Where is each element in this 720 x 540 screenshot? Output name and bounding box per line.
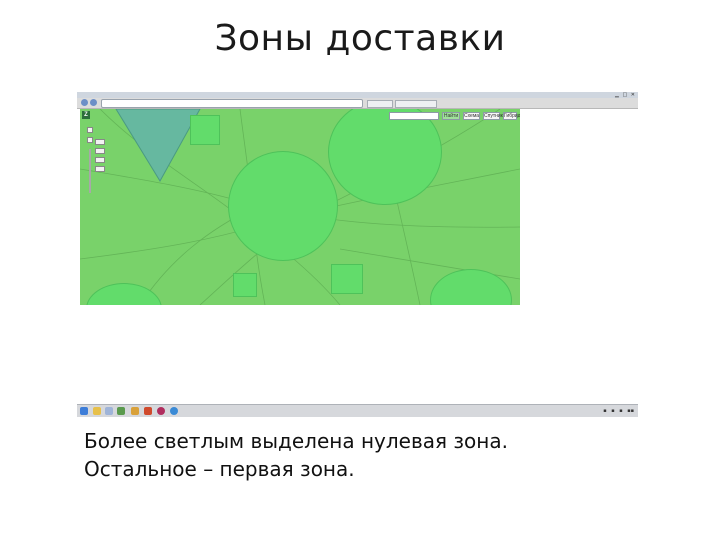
maximize-icon[interactable]: □ bbox=[622, 92, 627, 98]
browser-blank-area bbox=[520, 109, 638, 305]
system-tray: ▪ ▪ ▪ ▪▪ bbox=[600, 408, 634, 414]
app-icon[interactable] bbox=[157, 407, 165, 415]
zero-zone-square[interactable] bbox=[190, 115, 220, 145]
window-controls: ▁ □ ✕ bbox=[613, 92, 635, 98]
zero-zone-circle-center[interactable] bbox=[228, 151, 338, 261]
zero-zone-square[interactable] bbox=[331, 264, 363, 294]
map-search-input[interactable] bbox=[389, 112, 439, 120]
zoom-track[interactable] bbox=[89, 149, 91, 193]
map-tool-button[interactable] bbox=[95, 139, 105, 145]
taskbar: ▪ ▪ ▪ ▪▪ bbox=[77, 404, 638, 417]
find-button[interactable]: Найти bbox=[442, 112, 460, 120]
slide-title: Зоны доставки bbox=[214, 18, 506, 59]
map-tool-button[interactable] bbox=[95, 157, 105, 163]
internet-explorer-icon[interactable] bbox=[170, 407, 178, 415]
browser-icon[interactable] bbox=[144, 407, 152, 415]
document-icon[interactable] bbox=[105, 407, 113, 415]
map-tool-button[interactable] bbox=[95, 166, 105, 172]
map-type-scheme-button[interactable]: Схема bbox=[463, 112, 480, 120]
delivery-zones-map[interactable]: Z Найти Схема Спутник Гибрид bbox=[80, 109, 520, 305]
zoom-out-button[interactable] bbox=[87, 137, 93, 143]
folder-icon[interactable] bbox=[93, 407, 101, 415]
caption-line: Остальное – первая зона. bbox=[84, 457, 355, 481]
sound-icon[interactable]: ▪ bbox=[611, 408, 614, 414]
browser-screenshot: ▁ □ ✕ Z Найти Схема Спутник Гибрид ▪ ▪ ▪… bbox=[77, 92, 638, 417]
browser-titlebar: ▁ □ ✕ bbox=[77, 92, 638, 98]
network-icon[interactable] bbox=[117, 407, 125, 415]
flag-icon[interactable]: ▪ bbox=[603, 408, 606, 414]
map-tool-button[interactable] bbox=[95, 148, 105, 154]
zero-zone-square[interactable] bbox=[233, 273, 257, 297]
forward-button[interactable] bbox=[90, 99, 97, 106]
browser-tab[interactable] bbox=[395, 100, 437, 108]
caption-line: Более светлым выделена нулевая зона. bbox=[84, 429, 508, 453]
slide-caption: Более светлым выделена нулевая зона. Ост… bbox=[84, 427, 704, 483]
map-logo-icon: Z bbox=[82, 111, 90, 119]
zoom-control[interactable] bbox=[83, 121, 93, 201]
map-type-satellite-button[interactable]: Спутник bbox=[483, 112, 503, 120]
clock-icon[interactable]: ▪▪ bbox=[627, 408, 634, 414]
zoom-in-button[interactable] bbox=[87, 127, 93, 133]
browser-toolbar: ▁ □ ✕ bbox=[77, 92, 638, 109]
close-icon[interactable]: ✕ bbox=[631, 92, 635, 98]
network-tray-icon[interactable]: ▪ bbox=[619, 408, 622, 414]
minimize-icon[interactable]: ▁ bbox=[615, 92, 619, 98]
back-button[interactable] bbox=[81, 99, 88, 106]
map-type-hybrid-button[interactable]: Гибрид bbox=[503, 112, 520, 120]
chart-icon[interactable] bbox=[131, 407, 139, 415]
browser-tab[interactable] bbox=[367, 100, 393, 108]
address-bar[interactable] bbox=[101, 99, 363, 108]
start-icon[interactable] bbox=[80, 407, 88, 415]
